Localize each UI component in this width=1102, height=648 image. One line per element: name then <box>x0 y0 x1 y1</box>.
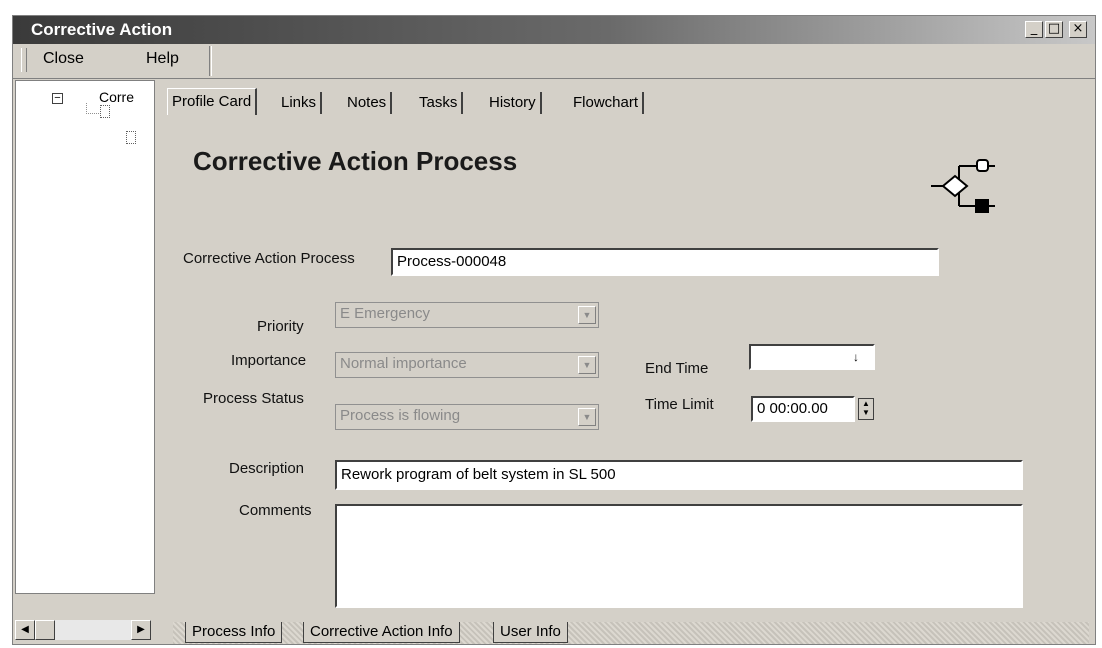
process-field[interactable]: Process-000048 <box>391 248 939 276</box>
time-limit-field[interactable]: 0 00:00.00 <box>751 396 855 422</box>
close-window-button[interactable]: × <box>1069 21 1087 38</box>
tab-corrective-action-info[interactable]: Corrective Action Info <box>303 622 460 643</box>
minus-box-icon[interactable]: − <box>52 93 63 104</box>
priority-select[interactable]: E Emergency ▼ <box>335 302 599 328</box>
tab-notes[interactable]: Notes <box>343 92 393 114</box>
end-time-label: End Time <box>645 360 709 377</box>
corrective-action-window: Corrective Action _ □ × Close Help − Cor… <box>12 15 1096 645</box>
menu-help[interactable]: Help <box>146 50 179 68</box>
chevron-down-icon[interactable]: ▼ <box>578 306 596 324</box>
title-bar[interactable]: Corrective Action _ □ × <box>13 16 1095 44</box>
tree-node-icon[interactable] <box>126 131 136 144</box>
priority-value: E Emergency <box>340 305 431 322</box>
description-label: Description <box>229 460 305 477</box>
menu-separator <box>209 46 212 76</box>
tab-tasks[interactable]: Tasks <box>415 92 464 114</box>
tree-node-icon[interactable] <box>100 105 110 118</box>
tab-user-info[interactable]: User Info <box>493 622 568 643</box>
importance-label: Importance <box>231 352 307 369</box>
status-value: Process is flowing <box>340 407 461 424</box>
tab-links[interactable]: Links <box>277 92 323 114</box>
comments-label: Comments <box>239 502 312 519</box>
menu-grip <box>21 48 27 72</box>
status-label: Process Status <box>203 390 304 407</box>
arrow-down-icon[interactable]: ↓ <box>853 346 859 368</box>
window-title: Corrective Action <box>31 20 173 39</box>
time-limit-spinner[interactable]: ▲ ▼ <box>858 398 874 420</box>
arrow-right-icon[interactable]: ▶ <box>131 620 151 640</box>
tree-item-root[interactable]: Corre <box>99 89 134 105</box>
tab-process-info[interactable]: Process Info <box>185 622 283 643</box>
menu-close[interactable]: Close <box>43 50 84 68</box>
chevron-down-icon[interactable]: ▼ <box>578 408 596 426</box>
description-field[interactable]: Rework program of belt system in SL 500 <box>335 460 1023 490</box>
importance-value: Normal importance <box>340 355 467 372</box>
profile-card-panel: Corrective Action Process Corrective Act… <box>161 116 1093 610</box>
end-time-field[interactable]: ↓ <box>749 344 875 370</box>
bottom-tab-strip: Process Info Corrective Action Info User… <box>173 622 1089 644</box>
time-limit-label: Time Limit <box>645 396 714 413</box>
tab-flowchart[interactable]: Flowchart <box>569 92 645 114</box>
importance-select[interactable]: Normal importance ▼ <box>335 352 599 378</box>
chevron-down-icon[interactable]: ▼ <box>578 356 596 374</box>
status-select[interactable]: Process is flowing ▼ <box>335 404 599 430</box>
comments-field[interactable] <box>335 504 1023 608</box>
flowchart-icon <box>931 159 995 213</box>
scroll-thumb[interactable] <box>35 620 55 640</box>
process-label: Corrective Action Process <box>183 250 355 267</box>
maximize-button[interactable]: □ <box>1045 21 1063 38</box>
tree-connector <box>86 103 99 114</box>
menu-bar: Close Help <box>13 44 1095 79</box>
arrow-left-icon[interactable]: ◀ <box>15 620 35 640</box>
priority-label: Priority <box>257 318 304 335</box>
page-title: Corrective Action Process <box>193 146 518 176</box>
tab-profile-card[interactable]: Profile Card <box>167 88 258 115</box>
tab-history[interactable]: History <box>485 92 542 114</box>
minimize-button[interactable]: _ <box>1025 21 1043 38</box>
tree-view[interactable]: − Corre <box>15 80 155 594</box>
tree-horizontal-scrollbar[interactable]: ◀ ▶ <box>15 620 151 640</box>
